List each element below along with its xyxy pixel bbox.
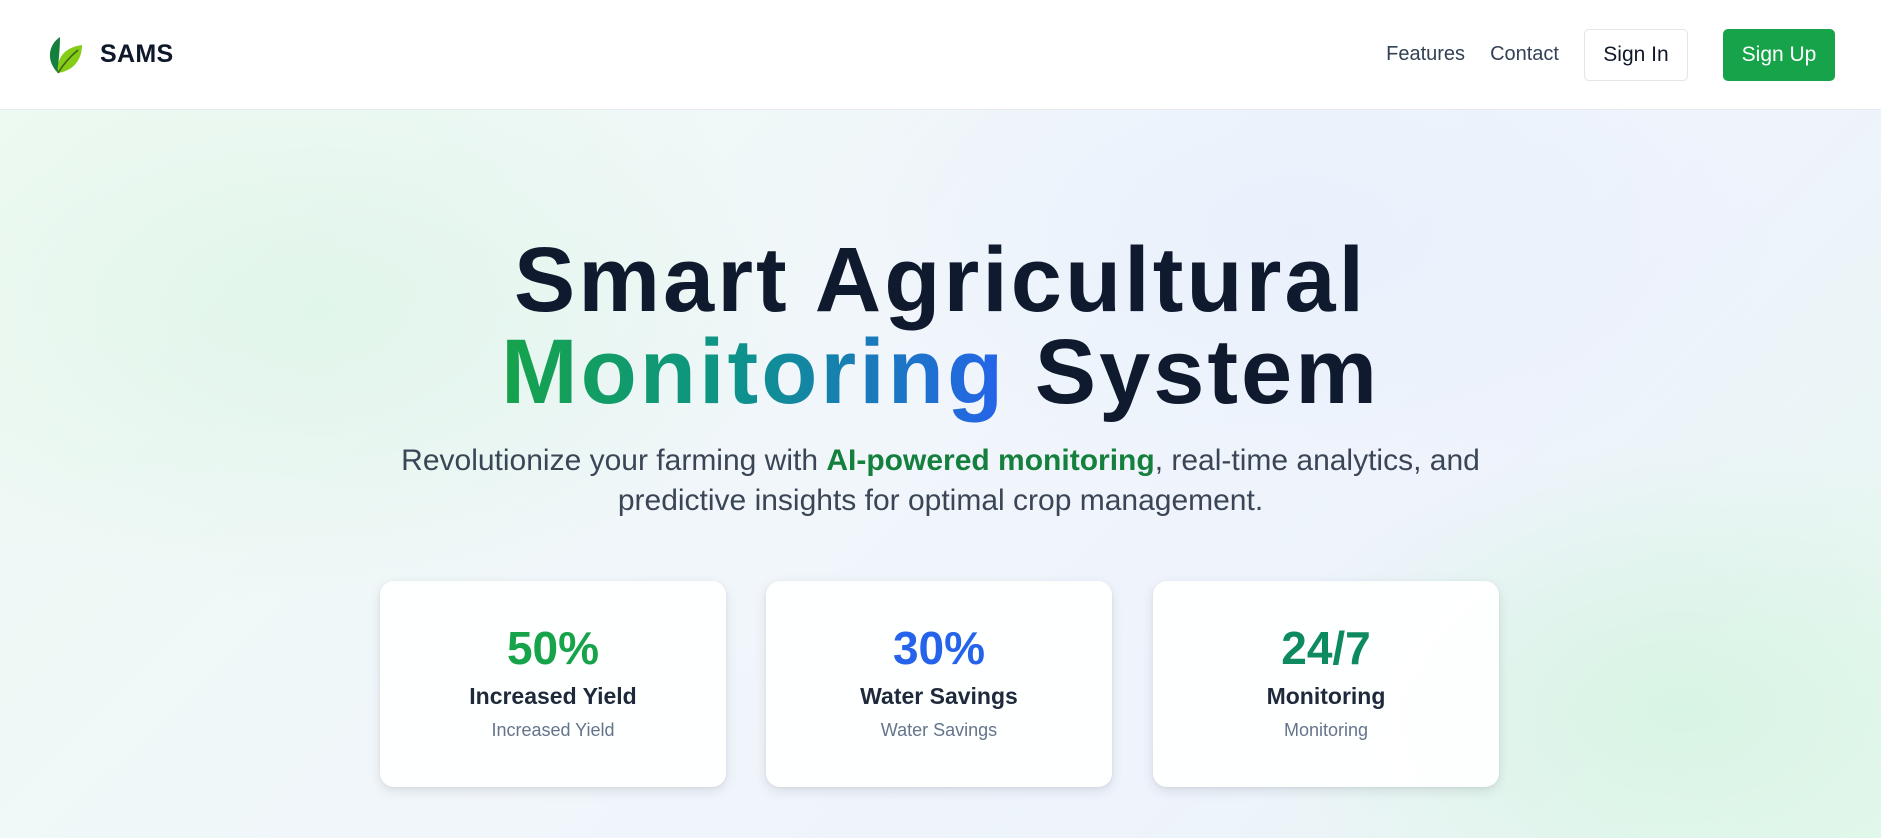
hero-subtitle-highlight: AI-powered monitoring xyxy=(826,444,1155,477)
hero-subtitle-before: Revolutionize your farming with xyxy=(401,444,827,477)
nav-link-features[interactable]: Features xyxy=(1386,43,1465,66)
stat-label: Monitoring xyxy=(1266,683,1386,709)
landing-page: SAMS Features Contact Sign In Sign Up Sm… xyxy=(0,0,1881,838)
stat-sublabel: Monitoring xyxy=(1283,720,1369,740)
leaf-logo-icon xyxy=(49,36,82,73)
stat-card-monitoring: 24/7 Monitoring Monitoring xyxy=(1153,581,1499,787)
stat-sublabel: Water Savings xyxy=(880,720,998,740)
hero-title-rest: System xyxy=(1006,321,1381,423)
hero-title-line-2: Monitoring System xyxy=(0,326,1881,418)
hero-section: Smart Agricultural Monitoring System Rev… xyxy=(0,110,1881,838)
stat-value: 24/7 xyxy=(1281,622,1371,674)
stat-sublabel: Increased Yield xyxy=(491,720,615,740)
hero-subtitle: Revolutionize your farming with AI-power… xyxy=(380,441,1501,521)
top-navbar: SAMS Features Contact Sign In Sign Up xyxy=(0,0,1881,110)
stat-card-yield: 50% Increased Yield Increased Yield xyxy=(380,581,726,787)
stats-cards: 50% Increased Yield Increased Yield 30% … xyxy=(380,581,1500,787)
brand-name: SAMS xyxy=(100,40,174,68)
hero-title: Smart Agricultural Monitoring System xyxy=(0,234,1881,418)
stat-card-water: 30% Water Savings Water Savings xyxy=(766,581,1112,787)
stat-label: Increased Yield xyxy=(469,683,637,709)
main-nav: Features Contact Sign In Sign Up xyxy=(1386,28,1835,81)
stat-value: 30% xyxy=(892,622,986,674)
brand[interactable]: SAMS xyxy=(44,33,173,77)
stat-value: 50% xyxy=(506,622,600,674)
hero-title-line-1: Smart Agricultural xyxy=(513,229,1368,331)
hero-title-gradient-word: Monitoring xyxy=(500,321,1007,423)
sign-up-button[interactable]: Sign Up xyxy=(1723,28,1835,81)
stat-label: Water Savings xyxy=(860,683,1018,709)
nav-link-contact[interactable]: Contact xyxy=(1490,43,1559,66)
sign-in-button[interactable]: Sign In xyxy=(1584,28,1688,81)
